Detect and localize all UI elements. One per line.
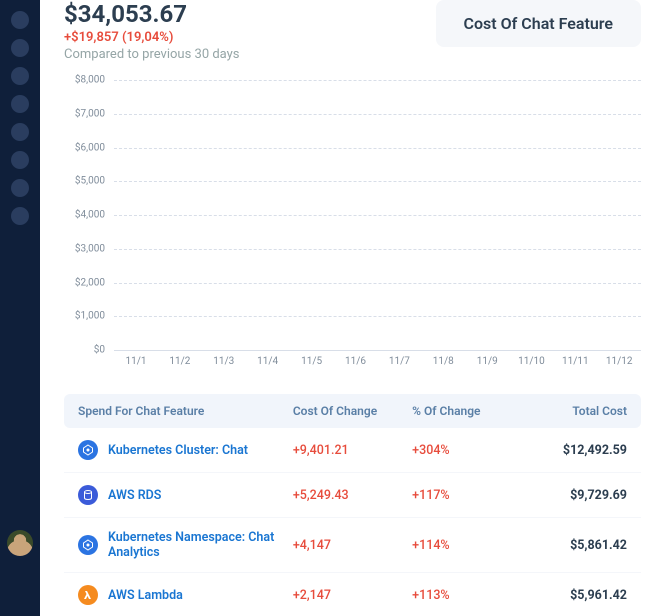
y-tick: $8,000: [75, 75, 105, 86]
x-tick: 11/7: [386, 350, 412, 380]
y-tick: $5,000: [75, 176, 105, 187]
x-tick: 11/11: [562, 350, 588, 380]
row-cost: +2,147: [293, 588, 412, 603]
y-tick: $6,000: [75, 142, 105, 153]
avatar[interactable]: [7, 530, 33, 556]
row-name: AWS RDS: [108, 488, 161, 503]
x-tick: 11/10: [518, 350, 544, 380]
rds-icon: [78, 485, 98, 505]
th-total: Total Cost: [520, 404, 627, 418]
row-pct: +304%: [412, 443, 519, 458]
page-title-card: Cost Of Chat Feature: [436, 0, 641, 47]
y-tick: $0: [94, 345, 105, 356]
row-pct: +113%: [412, 588, 519, 603]
lambda-icon: [78, 585, 98, 605]
row-total: $5,861.42: [520, 538, 627, 553]
th-name: Spend For Chat Feature: [78, 404, 293, 418]
sidebar: [0, 0, 40, 616]
spend-table: Spend For Chat Feature Cost Of Change % …: [64, 394, 641, 616]
table-row[interactable]: Kubernetes Namespace: Chat Analytics+4,1…: [64, 518, 641, 573]
y-tick: $3,000: [75, 243, 105, 254]
table-header-row: Spend For Chat Feature Cost Of Change % …: [64, 394, 641, 428]
sidebar-nav-dot[interactable]: [11, 151, 29, 169]
total-cost-value: $34,053.67: [64, 0, 240, 28]
y-tick: $2,000: [75, 277, 105, 288]
x-tick: 11/5: [299, 350, 325, 380]
row-name: AWS Lambda: [108, 588, 183, 603]
compared-caption: Compared to previous 30 days: [64, 47, 240, 62]
row-cost: +9,401.21: [293, 443, 412, 458]
sidebar-nav-dot[interactable]: [11, 207, 29, 225]
delta-value: +$19,857 (19,04%): [64, 30, 240, 45]
sidebar-nav-dot[interactable]: [11, 11, 29, 29]
row-pct: +117%: [412, 488, 519, 503]
k8s-icon: [78, 440, 98, 460]
x-tick: 11/3: [211, 350, 237, 380]
x-tick: 11/1: [123, 350, 149, 380]
row-pct: +114%: [412, 538, 519, 553]
table-row[interactable]: AWS Lambda +2,147+113%$5,961.42: [64, 573, 641, 616]
cost-bar-chart: $0 $1,000 $2,000 $3,000 $4,000 $5,000 $6,000 $7…: [64, 80, 641, 380]
x-tick: 11/8: [430, 350, 456, 380]
row-total: $5,961.42: [520, 588, 627, 603]
row-name: Kubernetes Cluster: Chat: [108, 443, 248, 458]
y-tick: $1,000: [75, 311, 105, 322]
row-cost: +5,249.43: [293, 488, 412, 503]
main-content: $34,053.67 +$19,857 (19,04%) Compared to…: [40, 0, 665, 616]
row-cost: +4,147: [293, 538, 412, 553]
x-tick: 11/4: [255, 350, 281, 380]
sidebar-nav-dot[interactable]: [11, 95, 29, 113]
row-total: $9,729.69: [520, 488, 627, 503]
row-name: Kubernetes Namespace: Chat Analytics: [108, 530, 293, 560]
x-tick: 11/6: [342, 350, 368, 380]
k8s-icon: [78, 535, 98, 555]
sidebar-nav-dot[interactable]: [11, 179, 29, 197]
sidebar-nav-dot[interactable]: [11, 123, 29, 141]
th-cost: Cost Of Change: [293, 404, 412, 418]
y-tick: $4,000: [75, 210, 105, 221]
sidebar-nav-dot[interactable]: [11, 39, 29, 57]
x-tick: 11/12: [606, 350, 632, 380]
sidebar-nav-dot[interactable]: [11, 67, 29, 85]
x-tick: 11/9: [474, 350, 500, 380]
th-pct: % Of Change: [412, 404, 519, 418]
x-tick: 11/2: [167, 350, 193, 380]
table-row[interactable]: AWS RDS +5,249.43+117%$9,729.69: [64, 473, 641, 518]
table-row[interactable]: Kubernetes Cluster: Chat +9,401.21+304%$1…: [64, 428, 641, 473]
row-total: $12,492.59: [520, 443, 627, 458]
y-tick: $7,000: [75, 108, 105, 119]
